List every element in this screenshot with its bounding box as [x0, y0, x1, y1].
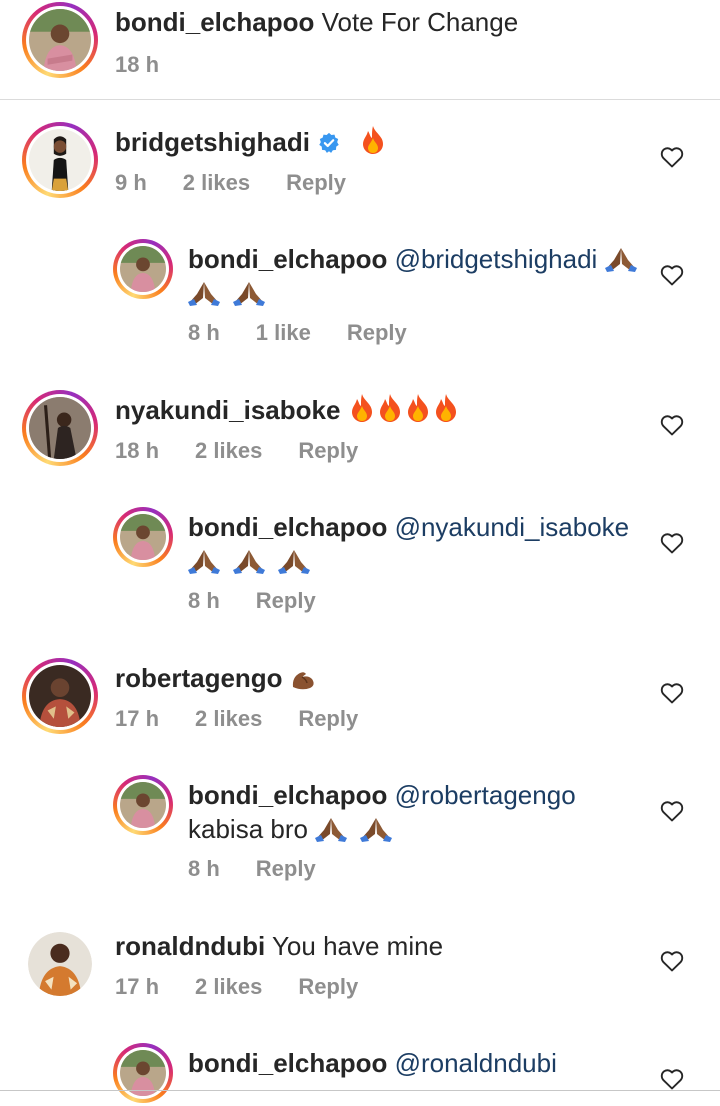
heart-outline-icon[interactable]	[660, 682, 684, 704]
heart-outline-icon[interactable]	[660, 800, 684, 822]
reply-avatar[interactable]	[113, 239, 173, 299]
reply-button[interactable]: Reply	[286, 170, 346, 196]
comment-username[interactable]: ronaldndubi	[115, 931, 265, 961]
reply-username[interactable]: bondi_elchapoo	[188, 1048, 387, 1078]
heart-outline-icon[interactable]	[660, 950, 684, 972]
caption-time: 18 h	[115, 52, 160, 77]
avatar-photo	[120, 246, 166, 292]
reply-button[interactable]: Reply	[256, 856, 316, 882]
composer-divider	[0, 1090, 720, 1091]
caption-avatar[interactable]	[22, 2, 98, 78]
comment-avatar[interactable]	[22, 658, 98, 734]
verified-badge-icon	[318, 128, 340, 162]
comment-likes[interactable]: 2 likes	[183, 170, 250, 196]
heart-outline-icon[interactable]	[660, 264, 684, 286]
avatar-photo	[120, 782, 166, 828]
reply-button[interactable]: Reply	[298, 438, 358, 464]
comment-time: 17 h	[115, 974, 160, 999]
fire-emoji	[348, 393, 376, 423]
reply-time: 8 h	[188, 856, 220, 881]
reply-mention[interactable]: @ronaldndubi	[395, 1048, 557, 1078]
reply-avatar[interactable]	[113, 775, 173, 835]
heart-outline-icon[interactable]	[660, 1068, 684, 1090]
folded-hands-emoji	[233, 280, 266, 306]
reply-username[interactable]: bondi_elchapoo	[188, 512, 387, 542]
reply-button[interactable]: Reply	[347, 320, 407, 346]
caption-username[interactable]: bondi_elchapoo	[115, 7, 314, 37]
caption-divider	[0, 99, 720, 100]
comment-text: You have mine	[271, 931, 444, 961]
fire-emoji	[404, 393, 432, 423]
comment-username[interactable]: robertagengo	[115, 663, 283, 693]
heart-outline-icon[interactable]	[660, 532, 684, 554]
fire-emoji	[376, 393, 404, 423]
reply-mention[interactable]: @robertagengo	[395, 780, 576, 810]
comment-time: 9 h	[115, 170, 147, 195]
reply-button[interactable]: Reply	[298, 974, 358, 1000]
avatar-photo	[29, 9, 91, 71]
reply-avatar[interactable]	[113, 507, 173, 567]
reply-avatar[interactable]	[113, 1043, 173, 1103]
comment-likes[interactable]: 2 likes	[195, 706, 262, 732]
folded-hands-emoji	[360, 816, 393, 842]
reply-button[interactable]: Reply	[256, 588, 316, 614]
folded-hands-emoji	[604, 246, 637, 272]
comment-username[interactable]: nyakundi_isaboke	[115, 395, 340, 425]
folded-hands-emoji	[188, 548, 220, 574]
fire-emoji	[432, 393, 460, 423]
caption-text: Vote For Change	[321, 7, 519, 37]
folded-hands-emoji	[278, 548, 311, 574]
folded-hands-emoji	[315, 816, 348, 842]
comment-time: 18 h	[115, 438, 160, 463]
comment-username[interactable]: bridgetshighadi	[115, 127, 310, 157]
reply-likes[interactable]: 1 like	[256, 320, 311, 346]
avatar-photo	[29, 129, 91, 191]
avatar-photo	[29, 397, 91, 459]
reply-mention[interactable]: @bridgetshighadi	[395, 244, 598, 274]
comment-likes[interactable]: 2 likes	[195, 974, 262, 1000]
reply-username[interactable]: bondi_elchapoo	[188, 780, 387, 810]
reply-time: 8 h	[188, 588, 220, 613]
reply-button[interactable]: Reply	[298, 706, 358, 732]
heart-outline-icon[interactable]	[660, 414, 684, 436]
comment-avatar[interactable]	[22, 122, 98, 198]
folded-hands-emoji	[188, 280, 220, 306]
heart-outline-icon[interactable]	[660, 146, 684, 168]
comment-time: 17 h	[115, 706, 160, 731]
comment-avatar[interactable]	[22, 390, 98, 466]
comments-screen: bondi_elchapoo Vote For Change 18 h brid…	[0, 0, 720, 1106]
avatar-photo	[29, 665, 91, 727]
avatar-photo	[28, 932, 92, 996]
folded-hands-emoji	[233, 548, 266, 574]
avatar-photo	[120, 514, 166, 560]
reply-username[interactable]: bondi_elchapoo	[188, 244, 387, 274]
reply-mention[interactable]: @nyakundi_isaboke	[395, 512, 630, 542]
flexed-biceps-emoji	[290, 669, 316, 691]
reply-time: 8 h	[188, 320, 220, 345]
comment-avatar[interactable]	[28, 932, 92, 996]
fire-emoji	[359, 125, 387, 155]
comment-likes[interactable]: 2 likes	[195, 438, 262, 464]
reply-text: kabisa bro	[188, 814, 308, 844]
